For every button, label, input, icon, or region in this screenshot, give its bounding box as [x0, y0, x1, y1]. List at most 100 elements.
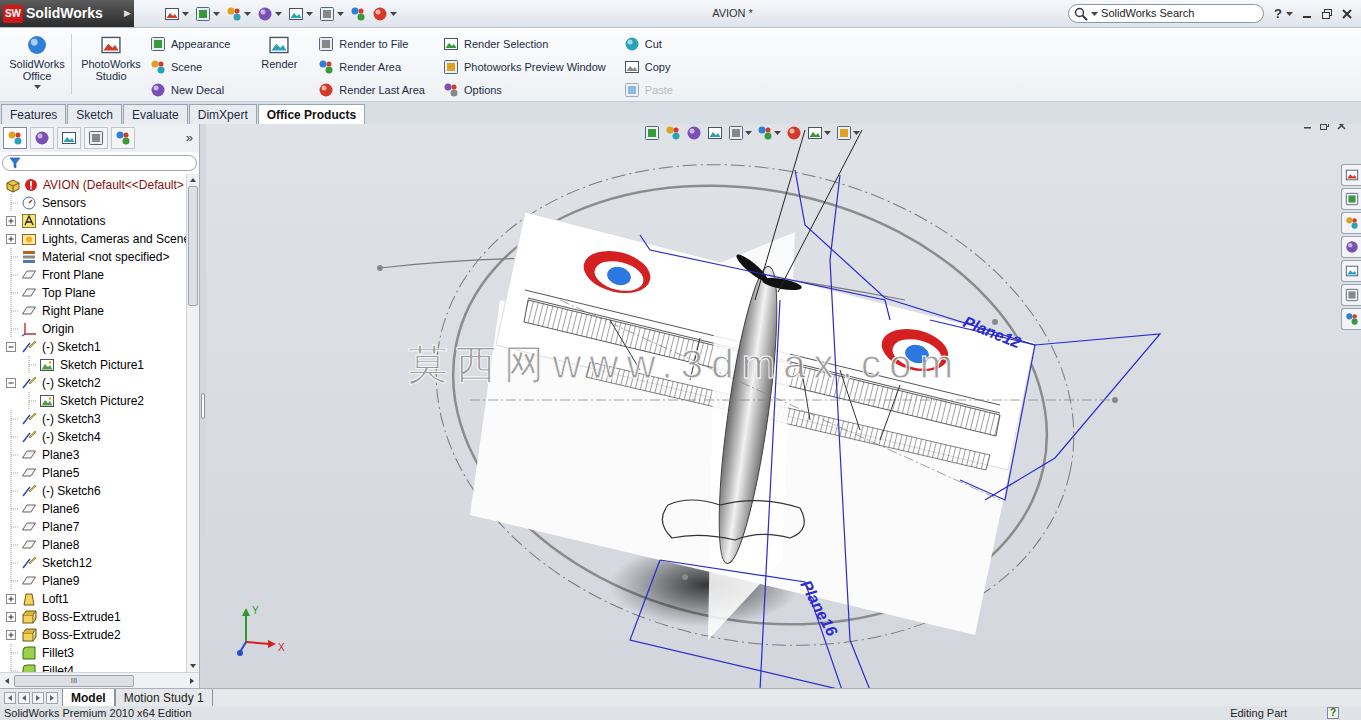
scroll-thumb[interactable] — [188, 186, 198, 306]
vertical-scrollbar[interactable] — [186, 174, 199, 672]
tab-nav-icon[interactable] — [46, 692, 58, 704]
scroll-right-icon[interactable] — [187, 676, 197, 686]
tree-item[interactable]: Fillet4 — [0, 662, 186, 672]
command-button[interactable]: Appearance — [150, 34, 230, 54]
command-tab[interactable]: Office Products — [258, 104, 365, 124]
command-button[interactable]: Render to File — [318, 34, 425, 54]
command-tab[interactable]: Evaluate — [123, 104, 188, 124]
scroll-up-icon[interactable] — [187, 174, 199, 186]
expand-icon[interactable] — [4, 230, 18, 248]
tree-item[interactable]: Plane5 — [0, 464, 186, 482]
plane-label[interactable]: Plane12 — [961, 313, 1024, 351]
tree-item[interactable]: Plane9 — [0, 572, 186, 590]
minimize-icon[interactable] — [1301, 8, 1313, 20]
collapse-icon[interactable] — [4, 338, 18, 356]
dropdown-arrow-icon[interactable] — [306, 11, 313, 17]
dropdown-arrow-icon[interactable] — [745, 130, 752, 136]
large-command-button[interactable]: SolidWorks Office — [6, 34, 68, 90]
quick-access-button[interactable] — [195, 6, 220, 22]
quick-access-button[interactable] — [319, 6, 344, 22]
bottom-tab[interactable]: Model — [62, 689, 115, 706]
manager-tab[interactable] — [3, 127, 27, 149]
graphics-area[interactable]: Plane12Plane16莫西网www.3dmax.comYX — [206, 124, 1361, 688]
tree-item[interactable]: (-) Sketch3 — [0, 410, 186, 428]
command-button[interactable]: Photoworks Preview Window — [443, 57, 606, 77]
tree-item[interactable]: Lights, Cameras and Scene — [0, 230, 186, 248]
view-button[interactable] — [728, 125, 752, 141]
tab-nav-icon[interactable] — [18, 692, 30, 704]
dropdown-arrow-icon[interactable] — [853, 130, 860, 136]
model-view[interactable]: Plane12Plane16莫西网www.3dmax.com — [206, 124, 1361, 688]
filter-field[interactable] — [2, 155, 197, 171]
dropdown-arrow-icon[interactable] — [213, 11, 220, 17]
tree-item[interactable]: Plane8 — [0, 536, 186, 554]
tree-item[interactable]: Front Plane — [0, 266, 186, 284]
help-button[interactable]: ? — [1274, 0, 1301, 27]
tab-nav-icon[interactable] — [4, 692, 16, 704]
command-tab[interactable]: Sketch — [67, 104, 122, 124]
command-tab[interactable]: DimXpert — [189, 104, 257, 124]
dropdown-arrow-icon[interactable] — [244, 11, 251, 17]
command-button[interactable]: Options — [443, 80, 606, 100]
close-icon[interactable] — [1336, 124, 1347, 131]
manager-tab[interactable] — [30, 127, 54, 149]
task-pane-tab[interactable] — [1341, 212, 1361, 234]
view-button[interactable] — [665, 125, 681, 141]
task-pane-tab[interactable] — [1341, 260, 1361, 282]
quick-access-button[interactable] — [372, 6, 397, 22]
tree-item[interactable]: Annotations — [0, 212, 186, 230]
dropdown-arrow-icon[interactable] — [1091, 11, 1098, 17]
dropdown-arrow-icon[interactable] — [182, 11, 189, 17]
view-button[interactable] — [644, 125, 660, 141]
restore-icon[interactable] — [1319, 124, 1330, 131]
command-button[interactable]: Paste — [624, 80, 673, 100]
status-help[interactable]: ? — [1327, 707, 1339, 719]
tree-item[interactable]: Plane3 — [0, 446, 186, 464]
horizontal-scrollbar[interactable]: III — [0, 672, 199, 688]
tree-item[interactable]: Sketch Picture1 — [0, 356, 186, 374]
app-menu-button[interactable]: SWSolidWorks▶ — [0, 0, 134, 27]
dropdown-arrow-icon[interactable] — [390, 11, 397, 17]
tree-item[interactable]: Boss-Extrude1 — [0, 608, 186, 626]
tree-item[interactable]: AVION (Default<<Default> — [0, 176, 186, 194]
tree-item[interactable]: Right Plane — [0, 302, 186, 320]
manager-tab[interactable] — [84, 127, 108, 149]
tree-item[interactable]: (-) Sketch6 — [0, 482, 186, 500]
dropdown-arrow-icon[interactable] — [824, 130, 831, 136]
tree-item[interactable]: Boss-Extrude2 — [0, 626, 186, 644]
dropdown-arrow-icon[interactable] — [774, 130, 781, 136]
manager-tab[interactable] — [57, 127, 81, 149]
plane-label[interactable]: Plane16 — [797, 577, 840, 638]
tree-item[interactable]: (-) Sketch4 — [0, 428, 186, 446]
task-pane-tab[interactable] — [1341, 164, 1361, 186]
dropdown-arrow-icon[interactable] — [34, 84, 41, 90]
command-button[interactable]: Render Area — [318, 57, 425, 77]
scroll-thumb[interactable]: III — [14, 675, 134, 687]
tree-item[interactable]: Plane7 — [0, 518, 186, 536]
restore-icon[interactable] — [1321, 8, 1333, 20]
dropdown-arrow-icon[interactable] — [1286, 11, 1293, 17]
quick-access-button[interactable] — [350, 6, 366, 22]
quick-access-button[interactable] — [257, 6, 282, 22]
more-tabs-button[interactable]: » — [186, 128, 196, 148]
tree-item[interactable]: Loft1 — [0, 590, 186, 608]
tree-item[interactable]: (-) Sketch1 — [0, 338, 186, 356]
command-button[interactable]: Scene — [150, 57, 230, 77]
tree-item[interactable]: Material <not specified> — [0, 248, 186, 266]
command-button[interactable]: Cut — [624, 34, 673, 54]
command-button[interactable]: New Decal — [150, 80, 230, 100]
dropdown-arrow-icon[interactable] — [337, 11, 344, 17]
scroll-left-icon[interactable] — [2, 676, 12, 686]
view-button[interactable] — [686, 125, 702, 141]
task-pane-tab[interactable] — [1341, 308, 1361, 330]
command-button[interactable]: Render Last Area — [318, 80, 425, 100]
view-button[interactable] — [836, 125, 860, 141]
expand-icon[interactable] — [4, 608, 18, 626]
tree-item[interactable]: Origin — [0, 320, 186, 338]
tree-item[interactable]: Sketch12 — [0, 554, 186, 572]
task-pane-tab[interactable] — [1341, 188, 1361, 210]
tree-item[interactable]: Plane6 — [0, 500, 186, 518]
quick-access-button[interactable] — [288, 6, 313, 22]
tree-item[interactable]: (-) Sketch2 — [0, 374, 186, 392]
quick-access-button[interactable] — [226, 6, 251, 22]
